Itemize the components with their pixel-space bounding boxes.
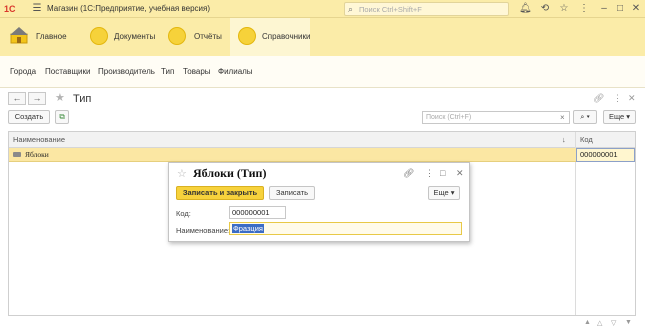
home-icon: [10, 27, 28, 44]
save-and-close-button[interactable]: Записать и закрыть: [176, 186, 264, 200]
title-bar: 1С ☰ Магазин (1С:Предприятие, учебная ве…: [0, 0, 645, 18]
app-title: Магазин (1С:Предприятие, учебная версия): [47, 4, 210, 13]
bell-icon[interactable]: 🔔︎: [519, 3, 532, 15]
name-field-selected-text: Фразция: [232, 224, 264, 233]
settings-menu-icon[interactable]: ⋮: [578, 3, 590, 15]
clear-search-icon[interactable]: ×: [560, 112, 565, 124]
column-header-code[interactable]: Код: [580, 135, 593, 144]
section-circle-icon: [238, 27, 256, 45]
table-row[interactable]: Яблоки 000000001: [9, 148, 635, 162]
minimize-icon[interactable]: –: [598, 3, 610, 15]
history-icon[interactable]: ⟲: [539, 3, 551, 15]
more-button-label: Еще: [608, 112, 625, 121]
item-dialog: ☆ Яблоки (Тип) 🔗︎ ⋮ □ ✕ Записать и закры…: [168, 162, 470, 242]
search-icon: ⌕: [348, 4, 354, 14]
scroll-top-icon[interactable]: ▲: [584, 319, 591, 326]
section-label: Отчёты: [194, 32, 222, 41]
app-logo: 1С: [4, 4, 16, 14]
section-circle-icon: [90, 27, 108, 45]
global-search-placeholder: Поиск Ctrl+Shift+F: [359, 5, 422, 14]
list-form-title: Тип: [73, 93, 92, 105]
func-link-cities[interactable]: Города: [10, 67, 36, 76]
item-marker-icon: [13, 152, 21, 157]
name-field[interactable]: Фразция: [229, 222, 462, 235]
create-group-icon[interactable]: ⧉: [55, 110, 69, 124]
list-search-input[interactable]: Поиск (Ctrl+F) ×: [422, 111, 570, 124]
sections-panel: Главное Документы Отчёты Справочники: [0, 18, 645, 56]
row-code-cell: 000000001: [580, 150, 618, 159]
section-catalogs[interactable]: Справочники: [230, 18, 310, 56]
favorites-star-icon[interactable]: ☆: [558, 3, 570, 15]
dialog-link-icon[interactable]: 🔗︎: [403, 168, 414, 179]
section-label: Главное: [36, 32, 67, 41]
func-link-goods[interactable]: Товары: [183, 67, 211, 76]
func-link-type[interactable]: Тип: [161, 67, 174, 76]
scroll-bottom-icon[interactable]: ▼: [625, 319, 632, 326]
close-icon[interactable]: ✕: [630, 3, 642, 15]
code-label: Код:: [176, 209, 191, 218]
table-header: Наименование ↓ Код: [9, 132, 635, 148]
scroll-up-icon[interactable]: △: [597, 319, 602, 327]
column-header-name[interactable]: Наименование: [13, 135, 65, 144]
more-actions-icon[interactable]: ⋮: [613, 93, 622, 104]
forward-button[interactable]: →: [28, 92, 46, 105]
scroll-down-icon[interactable]: ▽: [611, 319, 616, 327]
func-link-manufacturer[interactable]: Производитель: [98, 67, 155, 76]
section-circle-icon: [168, 27, 186, 45]
dialog-more-label: Еще: [433, 188, 449, 197]
dialog-more-icon[interactable]: ⋮: [425, 168, 434, 179]
sort-desc-icon[interactable]: ↓: [562, 135, 566, 144]
more-button[interactable]: Еще ▾: [603, 110, 636, 124]
func-link-branches[interactable]: Филиалы: [218, 67, 253, 76]
maximize-icon[interactable]: □: [614, 3, 626, 15]
dialog-maximize-icon[interactable]: □: [440, 168, 445, 178]
favorite-star-icon[interactable]: ★: [55, 91, 65, 104]
back-button[interactable]: ←: [8, 92, 26, 105]
dialog-close-icon[interactable]: ✕: [456, 168, 464, 179]
list-search-placeholder: Поиск (Ctrl+F): [426, 114, 472, 121]
main-menu-icon[interactable]: ☰: [31, 3, 43, 15]
name-label: Наименование:: [176, 226, 231, 235]
section-main[interactable]: Главное: [0, 18, 82, 56]
search-button[interactable]: ⌕ ▾: [573, 110, 597, 124]
func-link-suppliers[interactable]: Поставщики: [45, 67, 91, 76]
dialog-more-button[interactable]: Еще ▾: [428, 186, 460, 200]
dialog-title: Яблоки (Тип): [193, 166, 267, 180]
global-search-input[interactable]: ⌕ Поиск Ctrl+Shift+F: [344, 2, 509, 16]
section-label: Документы: [114, 32, 156, 41]
dialog-favorite-icon[interactable]: ☆: [177, 167, 187, 180]
save-button[interactable]: Записать: [269, 186, 315, 200]
row-name-cell: Яблоки: [25, 150, 49, 159]
functions-panel: Города Поставщики Производитель Тип Това…: [0, 56, 645, 88]
code-field[interactable]: 000000001: [229, 206, 286, 219]
link-icon[interactable]: 🔗︎: [593, 93, 604, 104]
section-label: Справочники: [262, 32, 311, 41]
section-reports[interactable]: Отчёты: [162, 18, 230, 56]
close-form-icon[interactable]: ✕: [628, 93, 636, 104]
section-documents[interactable]: Документы: [82, 18, 162, 56]
create-button[interactable]: Создать: [8, 110, 50, 124]
